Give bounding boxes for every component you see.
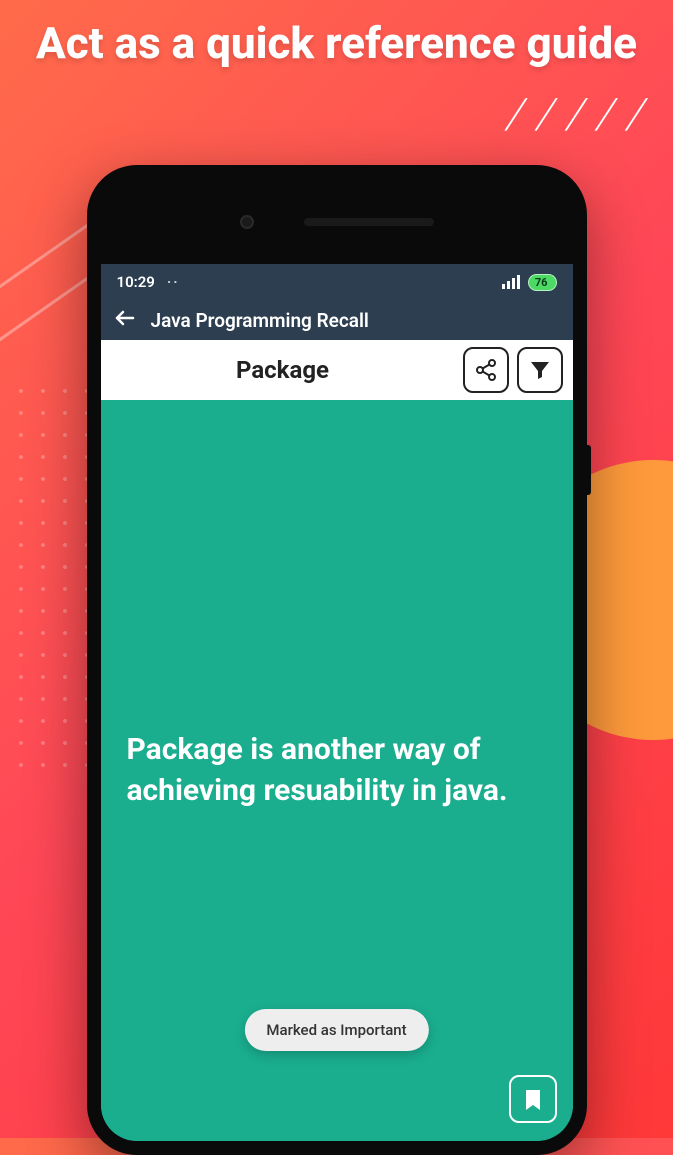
phone-screen: 10:29 ·· 76 Java Programming Recall Pack…	[101, 264, 573, 1141]
back-arrow-icon[interactable]	[113, 306, 137, 334]
battery-indicator: 76	[528, 274, 557, 291]
funnel-icon	[528, 358, 552, 382]
share-icon	[474, 358, 498, 382]
app-bar-title: Java Programming Recall	[151, 309, 369, 332]
flashcard-text: Package is another way of achieving resu…	[127, 730, 547, 811]
signal-icon	[502, 275, 520, 289]
filter-button[interactable]	[517, 347, 563, 393]
topic-title: Package	[111, 356, 455, 384]
topic-bar: Package	[101, 340, 573, 400]
status-time: 10:29	[117, 273, 155, 291]
share-button[interactable]	[463, 347, 509, 393]
phone-frame: 10:29 ·· 76 Java Programming Recall Pack…	[87, 165, 587, 1155]
bookmark-icon	[521, 1086, 545, 1112]
toast-message: Marked as Important	[244, 1009, 428, 1051]
phone-side-button	[587, 445, 591, 495]
flashcard-area[interactable]: Package is another way of achieving resu…	[101, 400, 573, 1141]
status-bar: 10:29 ·· 76	[101, 264, 573, 300]
phone-speaker	[304, 218, 434, 226]
app-bar: Java Programming Recall	[101, 300, 573, 340]
promo-headline: Act as a quick reference guide	[0, 18, 673, 69]
decorative-slashes: /////	[501, 90, 669, 139]
phone-camera	[240, 215, 254, 229]
bookmark-button[interactable]	[509, 1075, 557, 1123]
status-notification-dots: ··	[167, 273, 180, 291]
phone-top-bezel	[101, 179, 573, 264]
